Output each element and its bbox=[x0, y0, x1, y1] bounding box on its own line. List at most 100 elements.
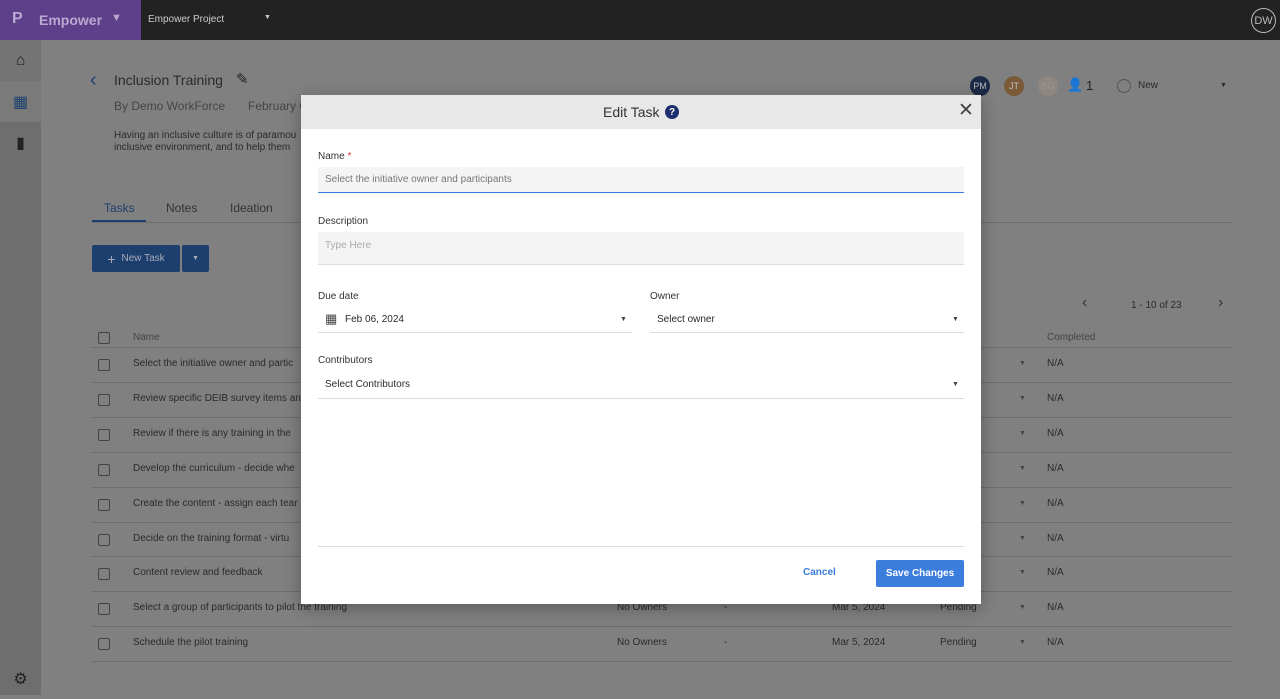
save-changes-button[interactable]: Save Changes bbox=[876, 560, 964, 587]
new-task-label: New Task bbox=[121, 253, 165, 264]
owner-label: Owner bbox=[650, 291, 680, 302]
task-completed: N/A bbox=[1047, 392, 1064, 404]
status-caret-icon[interactable]: ▼ bbox=[1019, 569, 1026, 576]
member-count: 1 bbox=[1086, 78, 1094, 93]
gear-icon[interactable]: ⚙ bbox=[0, 658, 41, 699]
due-date-label: Due date bbox=[318, 291, 359, 302]
caret-down-icon[interactable]: ▼ bbox=[264, 14, 271, 21]
select-all-checkbox[interactable] bbox=[98, 332, 110, 344]
due-date-value: Feb 06, 2024 bbox=[345, 314, 404, 325]
row-checkbox[interactable] bbox=[98, 603, 110, 616]
caret-down-icon: ▼ bbox=[952, 316, 959, 323]
member-avatar[interactable]: PM bbox=[970, 76, 990, 96]
contributors-placeholder: Select Contributors bbox=[325, 379, 411, 390]
description-placeholder: Type Here bbox=[325, 240, 372, 251]
status-caret-icon[interactable]: ▼ bbox=[1019, 395, 1026, 402]
close-icon[interactable]: ✕ bbox=[958, 99, 974, 122]
new-task-dropdown-button[interactable]: ▼ bbox=[182, 245, 209, 272]
description-input[interactable]: Type Here bbox=[318, 232, 964, 265]
caret-down-icon[interactable]: ▼ bbox=[1220, 82, 1227, 89]
author: By Demo WorkForce bbox=[114, 99, 226, 113]
contributors-label: Contributors bbox=[318, 355, 373, 366]
status-caret-icon[interactable]: ▼ bbox=[1019, 465, 1026, 472]
task-completed: N/A bbox=[1047, 567, 1064, 579]
due-date-picker[interactable]: ▦ Feb 06, 2024 ▼ bbox=[318, 307, 632, 333]
task-owners: No Owners bbox=[617, 637, 668, 649]
sidebar: ⌂ ▦ ▮ ⚙ bbox=[0, 40, 41, 695]
dashboard-icon[interactable]: ▦ bbox=[0, 81, 41, 122]
new-task-button[interactable]: + New Task bbox=[92, 245, 180, 272]
task-name[interactable]: Content review and feedback bbox=[133, 567, 263, 578]
row-checkbox[interactable] bbox=[98, 359, 110, 371]
status-select[interactable]: New bbox=[1138, 80, 1158, 91]
row-divider bbox=[92, 626, 1233, 628]
row-checkbox[interactable] bbox=[98, 393, 110, 406]
task-completed: N/A bbox=[1047, 497, 1064, 509]
help-icon[interactable]: ? bbox=[665, 105, 679, 119]
top-bar: P Empower ▼ Empower Project ▼ DW bbox=[0, 0, 1280, 40]
owner-select[interactable]: Select owner ▼ bbox=[650, 307, 964, 333]
task-contributors: - bbox=[724, 637, 728, 649]
description-label: Description bbox=[318, 216, 369, 227]
status-circle-icon bbox=[1117, 79, 1131, 93]
tab-tasks[interactable]: Tasks bbox=[104, 201, 135, 215]
caret-down-icon: ▼ bbox=[620, 316, 627, 323]
task-name[interactable]: Review if there is any training in the bbox=[133, 428, 291, 439]
pagination-label: 1 - 10 of 23 bbox=[1131, 300, 1182, 311]
row-checkbox[interactable] bbox=[98, 463, 110, 476]
task-completed: N/A bbox=[1047, 427, 1064, 439]
person-icon: 👤 bbox=[1067, 77, 1084, 92]
member-avatar[interactable]: JT bbox=[1004, 76, 1024, 96]
brand-switcher[interactable]: P Empower ▼ bbox=[0, 0, 141, 40]
task-name[interactable]: Decide on the training format - virtu bbox=[133, 533, 289, 544]
task-completed: N/A bbox=[1047, 602, 1064, 614]
row-checkbox[interactable] bbox=[98, 428, 110, 441]
row-checkbox[interactable] bbox=[98, 498, 110, 511]
edit-pencil-icon[interactable]: ✎ bbox=[236, 70, 249, 88]
description: inclusive environment, and to help them bbox=[114, 142, 291, 153]
tab-ideation[interactable]: Ideation bbox=[230, 201, 273, 215]
status-caret-icon[interactable]: ▼ bbox=[1019, 535, 1026, 542]
task-status[interactable]: Pending bbox=[940, 637, 977, 648]
tab-notes[interactable]: Notes bbox=[166, 201, 197, 215]
name-value: Select the initiative owner and particip… bbox=[325, 174, 512, 185]
cancel-button[interactable]: Cancel bbox=[803, 567, 836, 578]
task-name[interactable]: Select the initiative owner and partic bbox=[133, 358, 293, 369]
project-selector[interactable]: Empower Project bbox=[148, 14, 224, 25]
bar-chart-icon[interactable]: ▮ bbox=[0, 122, 41, 163]
status-caret-icon[interactable]: ▼ bbox=[1019, 639, 1026, 646]
column-header-completed: Completed bbox=[1047, 332, 1096, 343]
column-header-name: Name bbox=[133, 332, 160, 343]
user-avatar[interactable]: DW bbox=[1251, 8, 1276, 33]
chevron-down-icon: ▼ bbox=[111, 12, 122, 24]
name-label: Name * bbox=[318, 151, 352, 162]
edit-task-dialog: Edit Task ? ✕ Name * Select the initiati… bbox=[301, 95, 981, 604]
task-name[interactable]: Review specific DEIB survey items an bbox=[133, 393, 301, 404]
caret-down-icon: ▼ bbox=[952, 381, 959, 388]
task-completed: N/A bbox=[1047, 532, 1064, 544]
row-checkbox[interactable] bbox=[98, 533, 110, 546]
status-caret-icon[interactable]: ▼ bbox=[1019, 430, 1026, 437]
status-caret-icon[interactable]: ▼ bbox=[1019, 500, 1026, 507]
dialog-title: Edit Task bbox=[603, 104, 660, 120]
prev-page-icon[interactable]: ‹ bbox=[1082, 294, 1087, 312]
status-caret-icon[interactable]: ▼ bbox=[1019, 360, 1026, 367]
brand-name: Empower bbox=[39, 12, 103, 28]
task-name[interactable]: Develop the curriculum - decide whe bbox=[133, 463, 295, 474]
next-page-icon[interactable]: › bbox=[1218, 294, 1223, 312]
status-caret-icon[interactable]: ▼ bbox=[1019, 604, 1026, 611]
plus-icon: + bbox=[107, 250, 116, 267]
date: February 6 bbox=[248, 99, 307, 113]
task-name[interactable]: Schedule the pilot training bbox=[133, 637, 248, 648]
back-icon[interactable]: ‹ bbox=[90, 69, 97, 92]
calendar-icon: ▦ bbox=[325, 311, 338, 326]
name-input[interactable]: Select the initiative owner and particip… bbox=[318, 167, 964, 193]
contributors-select[interactable]: Select Contributors ▼ bbox=[318, 372, 964, 399]
page-title: Inclusion Training bbox=[114, 72, 223, 88]
task-name[interactable]: Create the content - assign each tear bbox=[133, 498, 298, 509]
row-checkbox[interactable] bbox=[98, 638, 110, 651]
row-checkbox[interactable] bbox=[98, 568, 110, 581]
divider bbox=[318, 546, 964, 547]
member-avatar[interactable]: SG bbox=[1038, 76, 1058, 96]
home-icon[interactable]: ⌂ bbox=[0, 40, 41, 81]
